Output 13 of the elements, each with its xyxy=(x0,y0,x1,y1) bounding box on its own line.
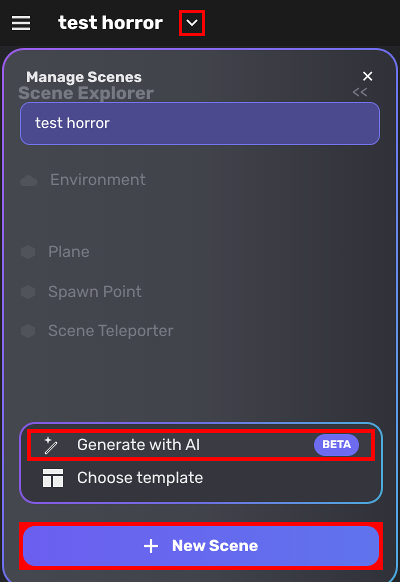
plus-icon xyxy=(144,539,158,553)
dropdown-button[interactable] xyxy=(178,10,205,36)
scene-title: test horror xyxy=(58,10,163,36)
scene-item[interactable]: test horror xyxy=(20,102,380,144)
menu-icon[interactable] xyxy=(12,16,30,30)
menu-option[interactable]: Generate with AI BETA xyxy=(27,429,375,461)
beta-badge: BETA xyxy=(314,434,359,456)
chevron-down-icon xyxy=(186,19,198,27)
new-scene-button[interactable]: New Scene xyxy=(23,526,379,566)
template-icon xyxy=(43,469,63,487)
dialog-title: Manage Scenes xyxy=(26,67,142,86)
menu-option[interactable]: Choose template xyxy=(27,462,375,494)
close-button[interactable]: ✕ xyxy=(361,69,374,86)
